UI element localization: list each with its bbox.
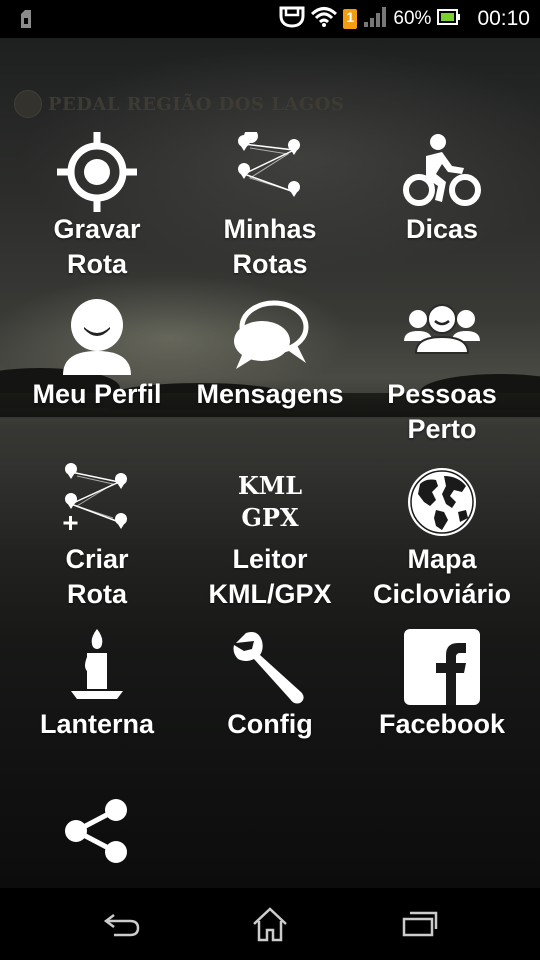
menu-item-mensagens[interactable]: Mensagens xyxy=(184,297,356,412)
menu-label: Criar xyxy=(65,544,129,574)
menu-label: Rota xyxy=(67,579,127,609)
menu-label: Meu Perfil xyxy=(32,379,162,409)
menu-item-config[interactable]: Config xyxy=(184,627,356,742)
globe-icon xyxy=(408,468,476,536)
wrench-icon xyxy=(233,632,304,704)
menu-item-gravar-rota[interactable]: Gravar Rota xyxy=(11,132,183,282)
candle-icon xyxy=(71,629,123,699)
menu-item-leitor-kml-gpx[interactable]: KML GPX Leitor KML/GPX xyxy=(184,462,356,612)
menu-label: Pessoas xyxy=(387,379,497,409)
wifi-icon xyxy=(311,6,338,33)
sd-card-icon xyxy=(18,10,34,33)
menu-item-pessoas-perto[interactable]: Pessoas Perto xyxy=(356,297,528,447)
back-icon xyxy=(103,914,140,937)
recents-button[interactable] xyxy=(390,904,450,944)
share-icon xyxy=(65,799,127,863)
recents-icon xyxy=(402,911,438,937)
app-watermark: PEDAL REGIÃO DOS LAGOS xyxy=(14,88,344,120)
menu-label: Cicloviário xyxy=(372,579,512,609)
status-bar: 1 60% 00:10 xyxy=(0,0,540,38)
route-icon xyxy=(238,132,300,197)
menu-label: Lanterna xyxy=(39,709,155,739)
menu-label: Gravar xyxy=(53,214,141,244)
clock: 00:10 xyxy=(477,7,530,30)
kml-gpx-icon: KML GPX xyxy=(230,462,310,542)
gpx-text: GPX xyxy=(241,503,299,532)
chat-bubbles-icon xyxy=(234,300,309,369)
menu-item-dicas[interactable]: Dicas xyxy=(356,132,528,247)
menu-label: Perto xyxy=(407,414,477,444)
person-icon xyxy=(63,299,131,375)
cast-icon xyxy=(279,6,305,33)
menu-item-minhas-rotas[interactable]: Minhas Rotas xyxy=(184,132,356,282)
menu-item-share[interactable] xyxy=(11,796,183,866)
menu-item-lanterna[interactable]: Lanterna xyxy=(11,627,183,742)
home-button[interactable] xyxy=(240,904,300,944)
menu-label: Minhas xyxy=(223,214,317,244)
menu-item-criar-rota[interactable]: Criar Rota xyxy=(11,462,183,612)
menu-label: Rotas xyxy=(232,249,308,279)
battery-percent: 60% xyxy=(393,8,432,29)
bike-logo-icon xyxy=(14,90,42,118)
gps-target-icon xyxy=(57,132,137,212)
menu-label: Facebook xyxy=(378,709,506,739)
menu-item-mapa-cicloviario[interactable]: Mapa Cicloviário xyxy=(356,462,528,612)
menu-label: Mensagens xyxy=(196,379,344,409)
menu-label: Rota xyxy=(67,249,127,279)
battery-icon xyxy=(437,8,461,31)
watermark-text: PEDAL REGIÃO DOS LAGOS xyxy=(48,93,345,115)
menu-label: Dicas xyxy=(405,214,479,244)
facebook-icon xyxy=(404,629,480,705)
people-group-icon xyxy=(404,304,480,354)
menu-label: Leitor xyxy=(232,544,308,574)
menu-label: Config xyxy=(227,709,313,739)
signal-icon xyxy=(363,6,387,33)
back-button[interactable] xyxy=(92,904,152,944)
kml-text: KML xyxy=(237,471,303,500)
home-icon xyxy=(253,907,287,942)
menu-item-facebook[interactable]: Facebook xyxy=(356,627,528,742)
notification-icon: 1 xyxy=(343,9,358,29)
create-route-icon xyxy=(63,463,127,530)
navigation-bar xyxy=(0,888,540,960)
menu-label: Mapa xyxy=(407,544,477,574)
main-menu-screen: PEDAL REGIÃO DOS LAGOS Gravar Rota Minha… xyxy=(0,38,540,888)
cyclist-icon xyxy=(403,134,481,206)
menu-item-meu-perfil[interactable]: Meu Perfil xyxy=(11,297,183,412)
menu-label: KML/GPX xyxy=(208,579,332,609)
